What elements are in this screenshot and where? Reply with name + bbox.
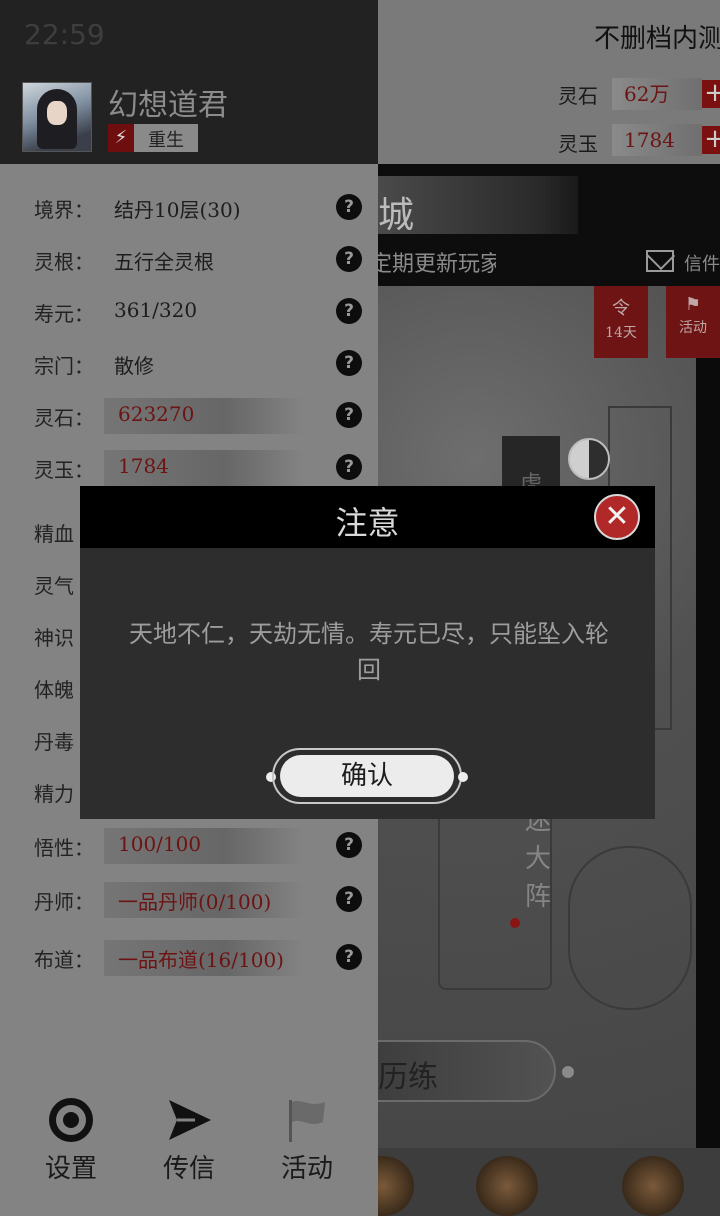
map-edge-strip <box>696 286 720 1148</box>
panel-header: 22:59 幻想道君 ⚡ 重生 <box>0 0 378 164</box>
stat-realm: 境界： 结丹10层(30) ? <box>0 186 378 230</box>
help-icon[interactable]: ? <box>336 246 362 272</box>
spirit-jade-label: 灵玉 <box>558 132 598 156</box>
nav-settings-label: 设置 <box>44 1154 97 1184</box>
stat-spirit-jade: 灵玉： 1784 ? <box>0 446 378 490</box>
confirm-button-frame[interactable]: 确认 <box>272 748 462 804</box>
rebirth-label: 重生 <box>148 130 184 151</box>
spirit-jade-value: 1784 <box>612 124 702 156</box>
rebirth-badge[interactable]: ⚡ 重生 <box>108 124 198 152</box>
nav-message[interactable]: 传信 <box>144 1096 234 1185</box>
stat-label: 灵玉： <box>34 458 94 482</box>
help-icon[interactable]: ? <box>336 350 362 376</box>
test-notice: 不删档内测 <box>594 24 720 54</box>
stat-label: 灵根： <box>34 250 94 274</box>
order-icon: 令 <box>612 298 630 319</box>
stat-label: 悟性： <box>34 836 94 860</box>
add-spirit-stone-button[interactable]: + <box>702 80 720 108</box>
stat-label: 体魄 <box>34 678 74 702</box>
map-marker <box>510 918 520 928</box>
status-time: 22:59 <box>24 18 105 51</box>
close-button[interactable]: ✕ <box>594 494 640 540</box>
nav-settings[interactable]: 设置 <box>26 1096 116 1185</box>
stat-label: 精力 <box>34 782 74 806</box>
lightning-icon: ⚡ <box>108 124 134 152</box>
dock-item-2[interactable] <box>476 1156 538 1216</box>
stat-label: 丹师： <box>34 890 94 914</box>
confirm-button[interactable]: 确认 <box>280 755 454 797</box>
help-icon[interactable]: ? <box>336 194 362 220</box>
notice-dialog: 注意 ✕ 天地不仁，天劫无情。寿元已尽，只能坠入轮回 确认 <box>80 486 655 819</box>
dialog-message: 天地不仁，天劫无情。寿元已尽，只能坠入轮回 <box>129 620 609 684</box>
stat-value: 一品丹师(0/100) <box>118 890 272 914</box>
help-icon[interactable]: ? <box>336 454 362 480</box>
event-banner[interactable]: ⚑ 活动 <box>666 286 720 358</box>
stat-label: 境界： <box>34 198 94 222</box>
stat-preach: 布道： 一品布道(16/100) ? <box>0 936 378 980</box>
stat-label: 宗门： <box>34 354 94 378</box>
stat-label: 寿元： <box>34 302 94 326</box>
stat-label: 灵气 <box>34 574 74 598</box>
help-icon[interactable]: ? <box>336 298 362 324</box>
tiger-hall[interactable]: 虎 <box>502 436 560 497</box>
train-button-label[interactable]: 历练 <box>378 1052 438 1096</box>
confirm-right-dot <box>458 772 468 782</box>
dialog-header: 注意 ✕ <box>80 486 655 548</box>
news-ticker: 定期更新玩家 <box>370 252 496 277</box>
help-icon[interactable]: ? <box>336 944 362 970</box>
help-icon[interactable]: ? <box>336 402 362 428</box>
avatar-face <box>47 101 67 125</box>
add-spirit-jade-button[interactable]: + <box>702 126 720 154</box>
flag-icon: ⚑ <box>684 294 702 315</box>
paper-plane-icon <box>165 1096 213 1144</box>
stat-label: 精血 <box>34 522 74 546</box>
stat-value: 散修 <box>114 354 154 378</box>
spirit-stone-label: 灵石 <box>558 84 598 108</box>
spirit-stone-value: 62万 <box>612 78 702 110</box>
formation-char-2: 大 <box>524 844 551 874</box>
stat-insight: 悟性： 100/100 ? <box>0 824 378 868</box>
mail-label[interactable]: 信件 <box>684 250 720 276</box>
stat-spirit-stone: 灵石： 623270 ? <box>0 394 378 438</box>
stat-lifespan: 寿元： 361/320 ? <box>0 290 378 334</box>
formation-char-3: 阵 <box>524 882 551 912</box>
stat-label: 神识 <box>34 626 74 650</box>
stat-value: 一品布道(16/100) <box>118 948 284 972</box>
login-reward-label: 14天 <box>605 325 637 341</box>
dialog-title: 注意 <box>335 504 400 542</box>
stat-label: 丹毒 <box>34 730 74 754</box>
login-reward-banner[interactable]: 令 14天 <box>594 286 648 358</box>
stat-value: 结丹10层(30) <box>114 198 241 222</box>
mail-icon[interactable] <box>646 250 674 272</box>
nav-activity-label: 活动 <box>280 1154 333 1184</box>
stat-value: 623270 <box>118 402 195 426</box>
formation-label[interactable]: 迷 大 阵 <box>524 802 552 916</box>
stat-label: 布道： <box>34 948 94 972</box>
stat-sect: 宗门： 散修 ? <box>0 342 378 386</box>
train-button-knob <box>562 1066 574 1078</box>
help-icon[interactable]: ? <box>336 832 362 858</box>
nav-activity[interactable]: 活动 <box>262 1096 352 1185</box>
player-name: 幻想道君 <box>108 88 228 123</box>
stat-value: 1784 <box>118 454 169 478</box>
stat-value: 五行全灵根 <box>114 250 214 274</box>
dock-item-3[interactable] <box>622 1156 684 1216</box>
stat-value: 361/320 <box>114 298 198 322</box>
help-icon[interactable]: ? <box>336 886 362 912</box>
flag-icon <box>283 1096 331 1144</box>
nav-message-label: 传信 <box>162 1154 215 1184</box>
gear-icon <box>47 1096 95 1144</box>
stat-value: 100/100 <box>118 832 202 856</box>
stat-alchemist: 丹师： 一品丹师(0/100) ? <box>0 878 378 922</box>
avatar[interactable] <box>22 82 92 152</box>
taiji-icon[interactable] <box>568 438 610 480</box>
stat-label: 灵石： <box>34 406 94 430</box>
event-banner-label: 活动 <box>679 320 707 336</box>
city-title: 城 <box>378 195 415 236</box>
stat-root: 灵根： 五行全灵根 ? <box>0 238 378 282</box>
map-courtyard <box>568 846 692 1010</box>
